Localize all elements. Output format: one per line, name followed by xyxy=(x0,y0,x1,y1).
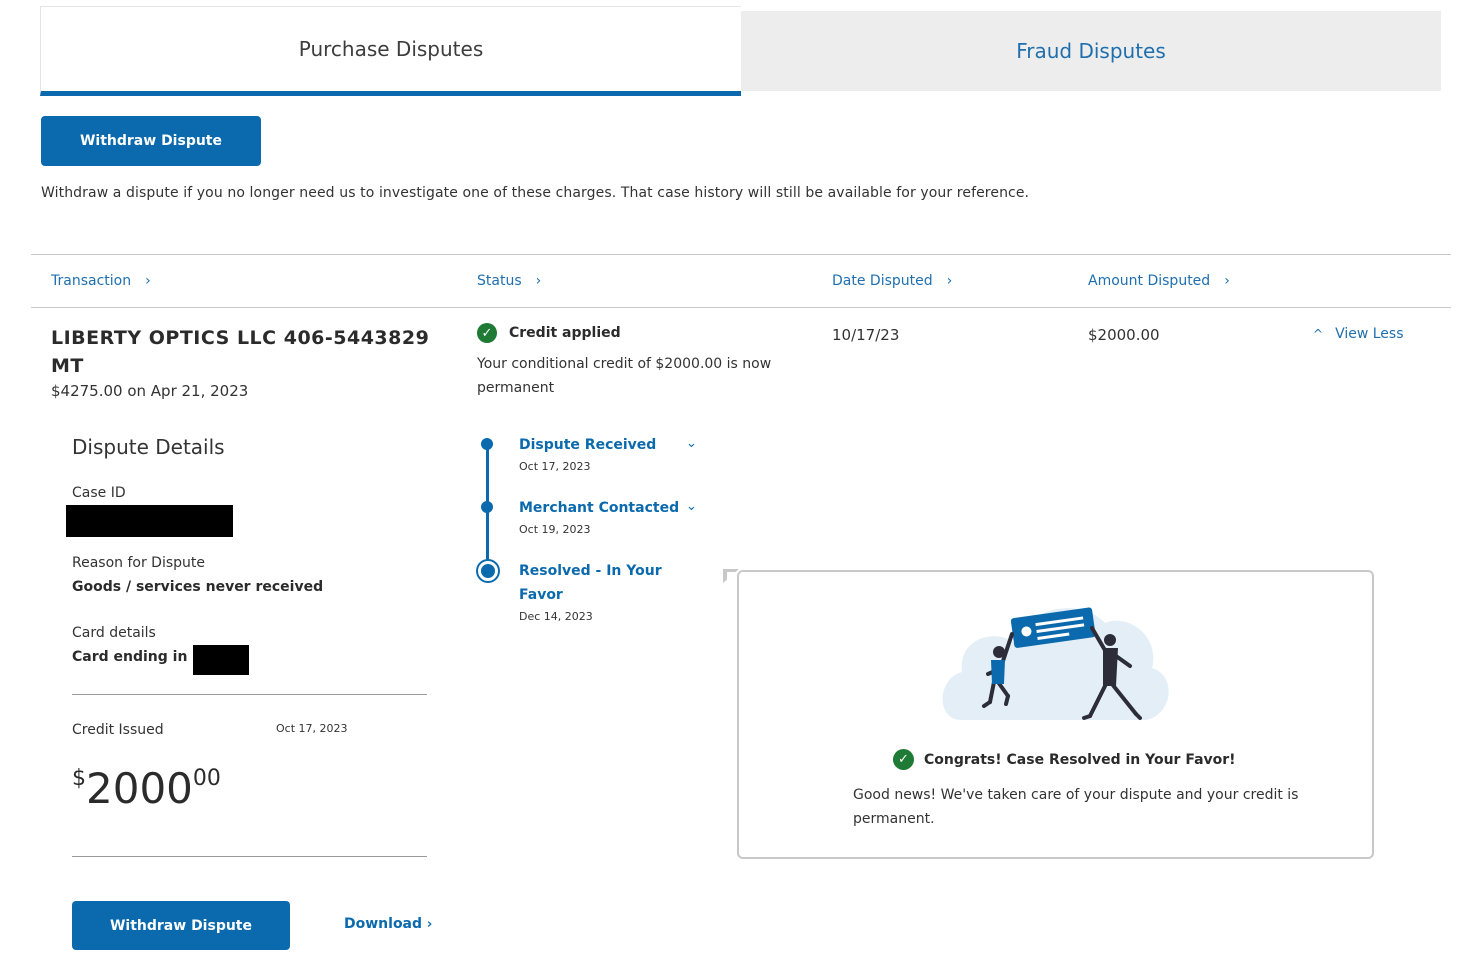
column-header-label: Transaction xyxy=(51,273,132,289)
chevron-right-icon: › xyxy=(426,917,433,932)
card-number-redacted xyxy=(193,645,249,675)
chevron-down-icon[interactable]: ⌄ xyxy=(686,436,697,451)
credit-whole: 2000 xyxy=(86,764,193,813)
timeline-dot xyxy=(481,438,493,450)
column-header-date-disputed[interactable]: Date Disputed › xyxy=(832,273,952,289)
credit-issued-label: Credit Issued xyxy=(72,722,164,738)
status-label: Credit applied xyxy=(509,325,621,341)
timeline-dot-current xyxy=(478,561,498,581)
download-label: Download xyxy=(344,916,423,932)
popover-pointer-inner xyxy=(727,572,739,582)
details-divider xyxy=(72,694,427,695)
chevron-right-icon: › xyxy=(946,273,953,289)
view-less-label: View Less xyxy=(1335,326,1404,342)
column-header-label: Status xyxy=(477,273,522,289)
date-disputed-value: 10/17/23 xyxy=(832,326,900,344)
credit-currency: $ xyxy=(72,766,86,791)
column-header-status[interactable]: Status › xyxy=(477,273,541,289)
timeline-step-resolved: Resolved - In Your Favor xyxy=(519,559,662,607)
chevron-right-icon: › xyxy=(535,273,542,289)
view-less-link[interactable]: ^ View Less xyxy=(1313,326,1404,342)
credit-divider xyxy=(72,856,427,857)
dispute-details-title: Dispute Details xyxy=(72,435,225,459)
timeline-step-title-line2: Favor xyxy=(519,587,563,603)
card-details-label: Card details xyxy=(72,625,156,641)
credit-issued-date: Oct 17, 2023 xyxy=(276,722,348,735)
chevron-down-icon[interactable]: ⌄ xyxy=(686,499,697,514)
check-circle-icon: ✓ xyxy=(477,323,497,343)
case-id-redacted xyxy=(66,505,233,537)
reason-value: Goods / services never received xyxy=(72,579,324,595)
congrats-title: Congrats! Case Resolved in Your Favor! xyxy=(924,751,1236,768)
credit-amount: $ 2000 00 xyxy=(72,760,221,818)
download-link[interactable]: Download › xyxy=(344,916,432,932)
celebration-illustration xyxy=(942,607,1169,720)
chevron-up-icon: ^ xyxy=(1313,327,1324,341)
timeline-step-date: Oct 19, 2023 xyxy=(519,523,591,536)
congrats-message: Good news! We've taken care of your disp… xyxy=(853,787,1299,827)
tab-fraud-disputes[interactable]: Fraud Disputes xyxy=(741,11,1441,91)
withdraw-dispute-button[interactable]: Withdraw Dispute xyxy=(41,116,261,166)
card-ending-value: Card ending in - xyxy=(72,649,199,665)
timeline-step-title-line1: Resolved - In Your xyxy=(519,563,662,579)
tab-purchase-disputes[interactable]: Purchase Disputes xyxy=(40,6,741,96)
check-circle-icon: ✓ xyxy=(893,749,914,770)
column-header-amount-disputed[interactable]: Amount Disputed › xyxy=(1088,273,1230,289)
column-header-label: Amount Disputed xyxy=(1088,273,1211,289)
chevron-right-icon: › xyxy=(1224,273,1230,289)
timeline-dot xyxy=(481,501,493,513)
charge-amount-date: $4275.00 on Apr 21, 2023 xyxy=(51,382,249,400)
chevron-right-icon: › xyxy=(145,273,151,289)
table-header-divider xyxy=(31,307,1451,308)
status-indicator: ✓ Credit applied xyxy=(477,323,621,343)
timeline-step-merchant-contacted[interactable]: Merchant Contacted xyxy=(519,496,679,520)
column-header-label: Date Disputed xyxy=(832,273,933,289)
timeline-step-date: Dec 14, 2023 xyxy=(519,610,593,623)
reason-label: Reason for Dispute xyxy=(72,555,205,571)
credit-cents: 00 xyxy=(192,766,221,791)
table-top-divider xyxy=(31,254,1451,255)
column-header-transaction[interactable]: Transaction › xyxy=(51,273,151,289)
merchant-name: LIBERTY OPTICS LLC 406-5443829 MT xyxy=(51,327,430,377)
amount-disputed-value: $2000.00 xyxy=(1088,326,1160,344)
case-id-label: Case ID xyxy=(72,485,126,501)
withdraw-description: Withdraw a dispute if you no longer need… xyxy=(41,185,1030,201)
status-description: Your conditional credit of $2000.00 is n… xyxy=(477,356,772,396)
congrats-heading: ✓ Congrats! Case Resolved in Your Favor! xyxy=(893,749,1236,770)
timeline-step-date: Oct 17, 2023 xyxy=(519,460,591,473)
withdraw-dispute-button-secondary[interactable]: Withdraw Dispute xyxy=(72,901,290,950)
timeline-step-dispute-received[interactable]: Dispute Received xyxy=(519,433,656,457)
